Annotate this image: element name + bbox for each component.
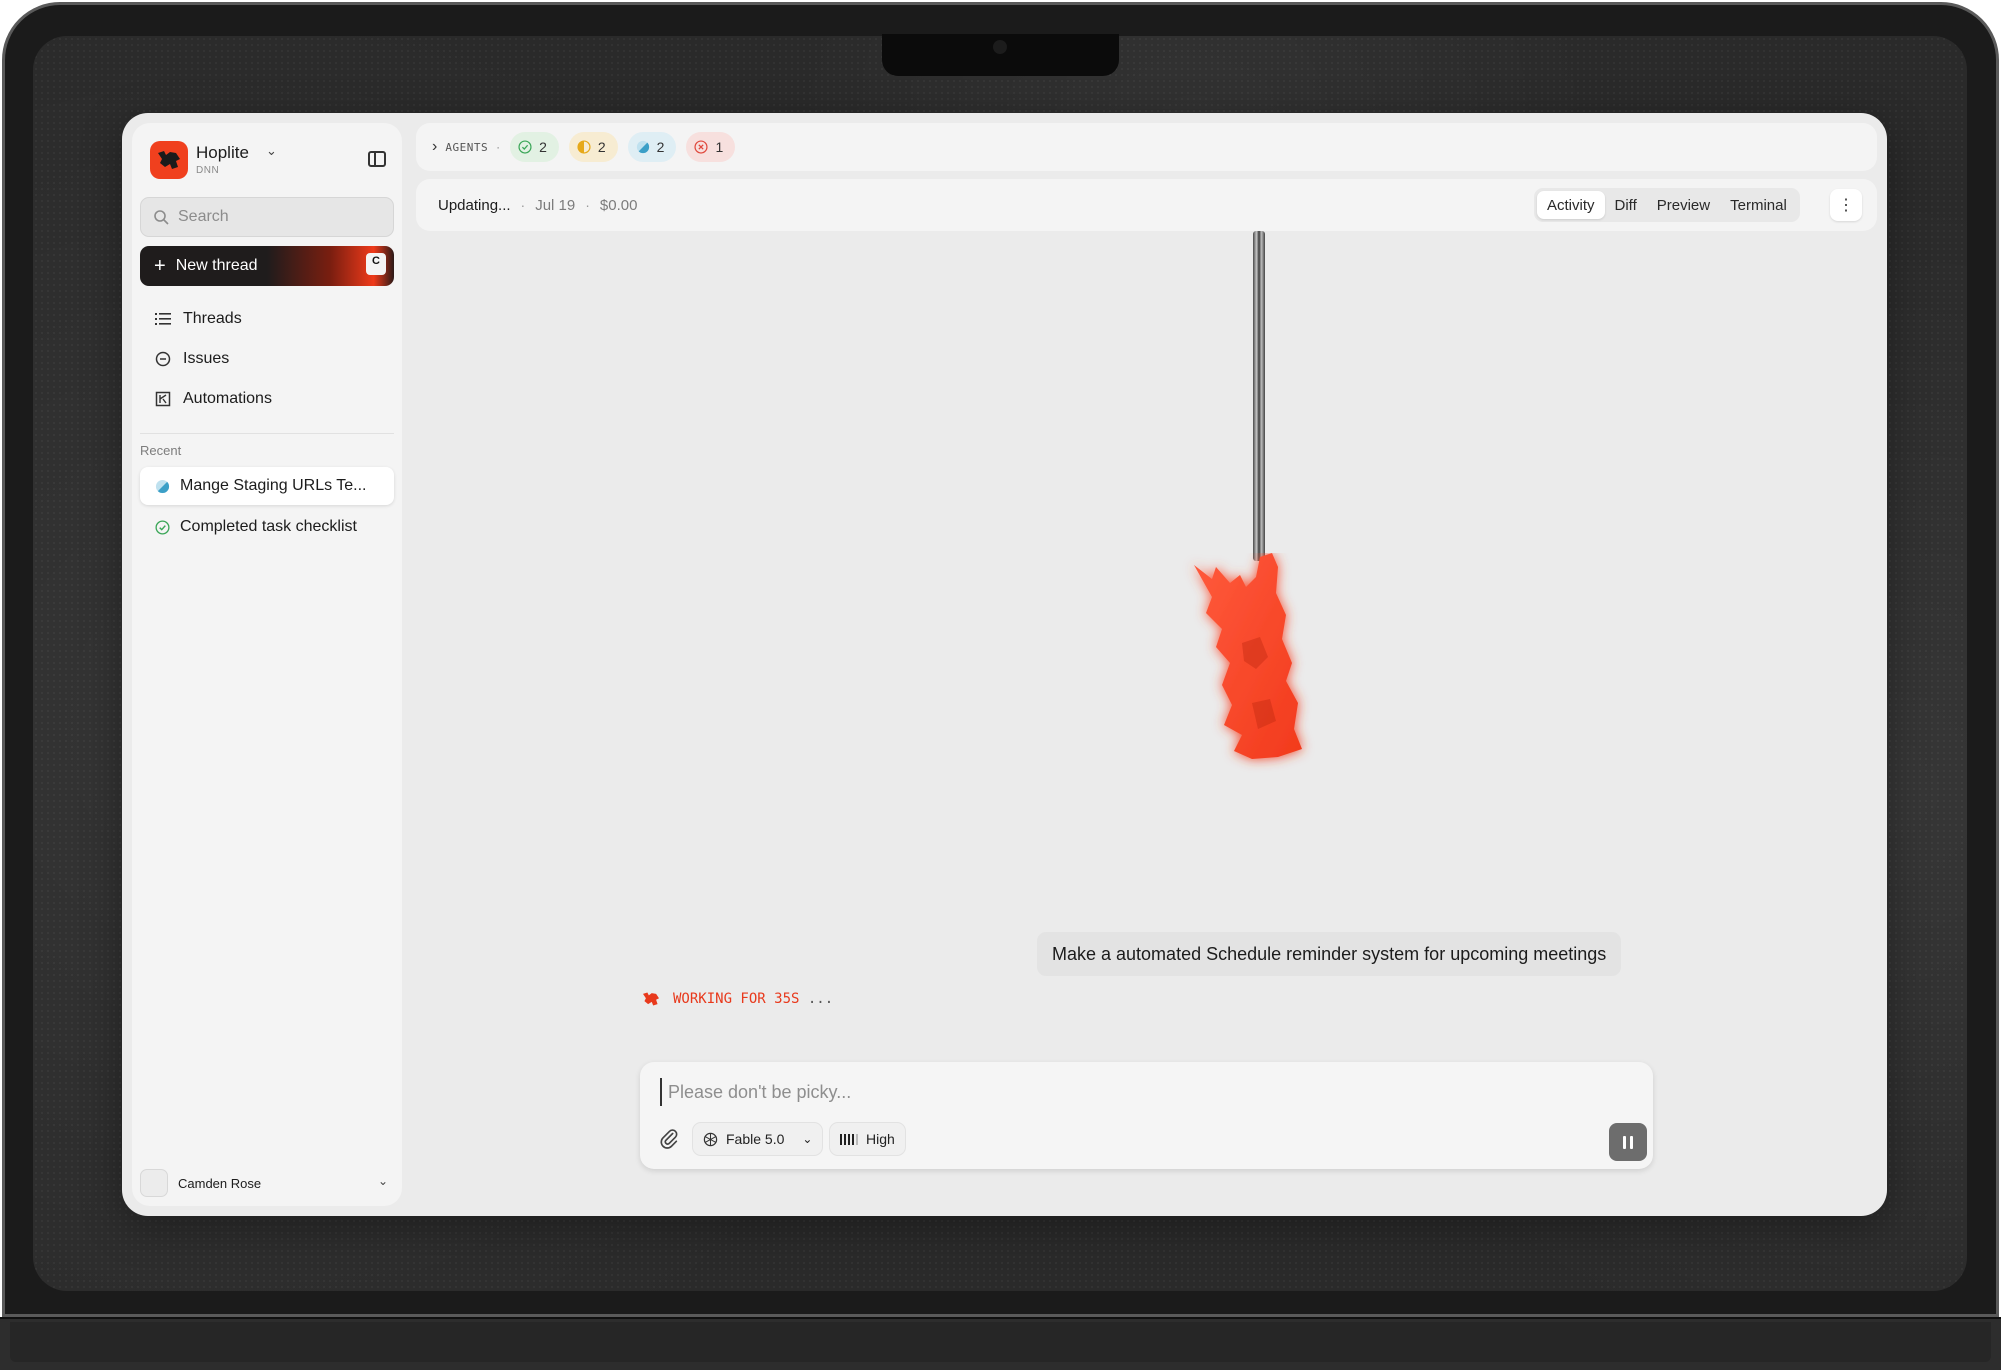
automation-icon [155,391,171,407]
view-tabs: Activity Diff Preview Terminal [1534,188,1800,222]
chevron-down-icon: ⌄ [802,1132,813,1146]
recent-item-staging-urls[interactable]: Mange Staging URLs Te... [140,467,394,505]
x-circle-icon [694,140,709,154]
sidebar-item-label: Threads [183,310,242,327]
mascot-illustration [1194,553,1302,759]
kebab-menu-icon: ⋮ [1838,197,1854,214]
agents-paused-chip[interactable]: 2 [568,132,618,162]
model-selector[interactable]: Fable 5.0 ⌄ [692,1122,824,1156]
sidebar-item-label: Issues [183,350,230,367]
shortcut-key: C [366,253,386,275]
hoplite-logo-icon [643,992,659,1006]
workspace-name: Hoplite [196,143,249,162]
search-input[interactable]: Search [140,197,394,237]
effort-level-icon [840,1133,858,1145]
list-icon [155,313,171,325]
agents-running-chip[interactable]: 2 [627,132,677,162]
tab-activity[interactable]: Activity [1537,191,1605,219]
agents-failed-count: 1 [715,139,724,155]
app-window: Hoplite ⌄ DNN Search + New thread C Thre… [122,113,1887,1216]
hoplite-logo-icon [150,141,188,179]
chevron-down-icon: ⌄ [266,143,277,158]
thread-date: Jul 19 [535,196,576,214]
agents-label: AGENTS [445,140,489,154]
sidebar-item-automations[interactable]: Automations [140,379,394,419]
check-circle-icon [155,519,170,535]
recent-heading: Recent [140,443,182,458]
pause-icon [1623,1135,1626,1149]
agents-bar: › AGENTS · 2 2 2 1 [416,123,1877,171]
workspace-subtitle: DNN [196,165,220,176]
separator-dot: · [496,140,501,154]
sidebar-item-label: Automations [183,390,272,407]
avatar [140,1169,168,1197]
working-text: WORKING FOR 35S ... [673,991,834,1007]
effort-label: High [866,1131,895,1147]
sidebar: Hoplite ⌄ DNN Search + New thread C Thre… [132,123,402,1206]
new-thread-label: New thread [175,257,258,274]
search-placeholder: Search [178,208,229,225]
message-input[interactable] [660,1078,1560,1106]
sidebar-nav: Threads Issues Automations [140,299,394,419]
half-circle-icon [577,140,591,154]
agents-failed-chip[interactable]: 1 [686,132,736,162]
working-indicator: WORKING FOR 35S ... [641,991,833,1007]
user-message-bubble: Make a automated Schedule reminder syste… [1037,932,1622,976]
thread-cost: $0.00 [599,196,638,214]
tab-preview[interactable]: Preview [1647,191,1720,219]
thread-state: Updating... [438,196,511,214]
new-thread-button[interactable]: + New thread C [140,246,394,286]
sidebar-item-threads[interactable]: Threads [140,299,394,339]
recent-item-task-checklist[interactable]: Completed task checklist [140,508,394,546]
message-composer: Fable 5.0 ⌄ High [640,1062,1653,1169]
agents-completed-count: 2 [539,139,547,155]
in-progress-status-icon [155,479,170,493]
user-menu[interactable]: Camden Rose ⌄ [140,1168,394,1198]
separator-dot: · [585,197,590,213]
recent-list: Mange Staging URLs Te... Completed task … [140,467,394,549]
workspace-switcher[interactable]: Hoplite ⌄ DNN [150,141,390,181]
chevron-down-icon: ⌄ [377,1174,388,1188]
pause-button[interactable] [1609,1123,1647,1161]
camera-icon [993,40,1007,54]
model-name: Fable 5.0 [726,1131,785,1147]
more-options-button[interactable]: ⋮ [1830,189,1862,221]
separator-dot: · [520,197,526,213]
plus-icon: + [154,255,166,277]
user-name: Camden Rose [178,1175,262,1191]
sidebar-item-issues[interactable]: Issues [140,339,394,379]
laptop-base-lip [10,1322,1991,1362]
agents-running-count: 2 [656,139,665,155]
model-icon [703,1132,718,1146]
agents-paused-count: 2 [597,139,606,155]
check-circle-icon [518,140,532,154]
circle-minus-icon [155,351,171,367]
paperclip-icon[interactable] [658,1128,680,1150]
chevron-right-icon[interactable]: › [432,138,437,156]
thread-status-bar: Updating... · Jul 19 · $0.00 Activity Di… [416,179,1877,231]
agents-completed-chip[interactable]: 2 [510,132,559,162]
sidebar-divider [140,433,394,434]
rope-illustration [1253,231,1265,561]
effort-selector[interactable]: High [829,1122,906,1156]
tab-diff[interactable]: Diff [1605,191,1647,219]
tab-terminal[interactable]: Terminal [1720,191,1797,219]
sidebar-toggle-icon[interactable] [368,151,386,167]
in-progress-status-icon [636,140,649,154]
recent-item-label: Mange Staging URLs Te... [180,477,367,494]
recent-item-label: Completed task checklist [180,518,357,535]
search-icon [154,210,169,225]
laptop-frame: Hoplite ⌄ DNN Search + New thread C Thre… [0,0,2001,1370]
